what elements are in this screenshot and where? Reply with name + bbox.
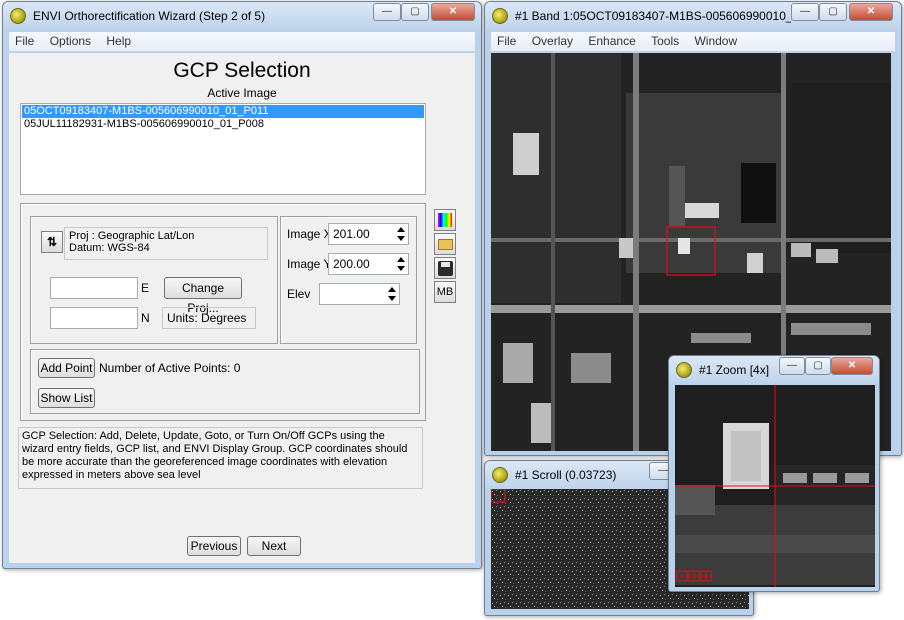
envi-app-icon (676, 362, 692, 378)
image-y-label: Image Y (287, 257, 332, 271)
image-y-value: 200.00 (333, 257, 370, 271)
window-title: ENVI Orthorectification Wizard (Step 2 o… (33, 9, 266, 23)
easting-input[interactable] (50, 277, 138, 299)
close-button[interactable]: ✕ (849, 3, 893, 21)
image-x-value: 201.00 (333, 227, 370, 241)
minimize-button[interactable]: — (373, 3, 401, 21)
active-image-list[interactable]: 05OCT09183407-M1BS-005606990010_01_P011 … (20, 103, 426, 195)
northing-input[interactable] (50, 307, 138, 329)
maximize-button[interactable]: ▢ (805, 357, 831, 375)
next-button[interactable]: Next (247, 536, 301, 556)
wizard-window: ENVI Orthorectification Wizard (Step 2 o… (2, 1, 482, 569)
elev-input[interactable] (319, 283, 400, 305)
menu-window[interactable]: Window (688, 32, 743, 48)
image-titlebar[interactable]: #1 Band 1:05OCT09183407-M1BS-00560699001… (485, 2, 901, 30)
menu-options[interactable]: Options (44, 32, 97, 48)
northing-label: N (141, 311, 150, 325)
mb-button[interactable]: MB (434, 281, 456, 303)
elev-label: Elev (287, 287, 311, 301)
color-table-button[interactable] (434, 209, 456, 231)
zoom-window: #1 Zoom [4x] — ▢ ✕ (668, 355, 880, 592)
image-y-input[interactable]: 200.00 (328, 253, 409, 275)
image-x-spinner[interactable] (396, 226, 406, 242)
zoom-titlebar[interactable]: #1 Zoom [4x] — ▢ ✕ (669, 356, 879, 384)
wizard-content: GCP Selection Active Image 05OCT09183407… (9, 53, 475, 563)
menu-overlay[interactable]: Overlay (526, 32, 579, 48)
page-title: GCP Selection (173, 59, 311, 82)
zoom-window-title: #1 Zoom [4x] (699, 363, 770, 377)
projection-label: Proj : Geographic Lat/Lon (69, 230, 195, 242)
folder-open-icon (438, 239, 453, 250)
image-x-input[interactable]: 201.00 (328, 223, 409, 245)
list-item[interactable]: 05JUL11182931-M1BS-005606990010_01_P008 (22, 118, 424, 131)
previous-button[interactable]: Previous (187, 536, 241, 556)
datum-label: Datum: WGS-84 (69, 242, 150, 254)
elev-spinner[interactable] (387, 286, 397, 302)
color-bars-icon (438, 213, 452, 227)
image-window-title: #1 Band 1:05OCT09183407-M1BS-00560699001… (515, 9, 791, 23)
menu-file[interactable]: File (9, 32, 40, 48)
menu-file[interactable]: File (491, 32, 522, 48)
projection-info: Proj : Geographic Lat/Lon Datum: WGS-84 (64, 227, 268, 260)
show-list-button[interactable]: Show List (38, 388, 95, 408)
image-x-label: Image X (287, 227, 332, 241)
minimize-button[interactable]: — (791, 3, 819, 21)
wizard-menubar: File Options Help (9, 32, 475, 52)
list-item-selected[interactable]: 05OCT09183407-M1BS-005606990010_01_P011 (22, 105, 424, 118)
active-image-label: Active Image (207, 86, 277, 100)
floppy-disk-icon (438, 261, 453, 276)
maximize-button[interactable]: ▢ (819, 3, 847, 21)
close-button[interactable]: ✕ (831, 357, 873, 375)
help-text: GCP Selection: Add, Delete, Update, Goto… (18, 427, 423, 489)
open-file-button[interactable] (434, 233, 456, 255)
active-points-label: Number of Active Points: 0 (99, 361, 241, 375)
save-button[interactable] (434, 257, 456, 279)
envi-app-icon (492, 467, 508, 483)
easting-label: E (141, 281, 150, 295)
change-proj-button[interactable]: Change Proj... (164, 277, 242, 315)
menu-help[interactable]: Help (100, 32, 137, 48)
minimize-button[interactable]: — (779, 357, 805, 375)
image-y-spinner[interactable] (396, 256, 406, 272)
image-menubar: File Overlay Enhance Tools Window (491, 32, 895, 52)
envi-app-icon (492, 8, 508, 24)
zoom-image (675, 385, 875, 587)
wizard-titlebar[interactable]: ENVI Orthorectification Wizard (Step 2 o… (3, 2, 481, 30)
close-button[interactable]: ✕ (431, 3, 475, 21)
swap-coordinates-button[interactable]: ⇅ (41, 231, 63, 253)
scroll-window-title: #1 Scroll (0.03723) (515, 468, 617, 482)
menu-enhance[interactable]: Enhance (582, 32, 641, 48)
zoom-image-view[interactable] (675, 385, 875, 587)
units-label: Units: Degrees (162, 307, 256, 329)
maximize-button[interactable]: ▢ (401, 3, 429, 21)
menu-tools[interactable]: Tools (645, 32, 685, 48)
add-point-button[interactable]: Add Point (38, 358, 95, 378)
envi-app-icon (10, 8, 26, 24)
